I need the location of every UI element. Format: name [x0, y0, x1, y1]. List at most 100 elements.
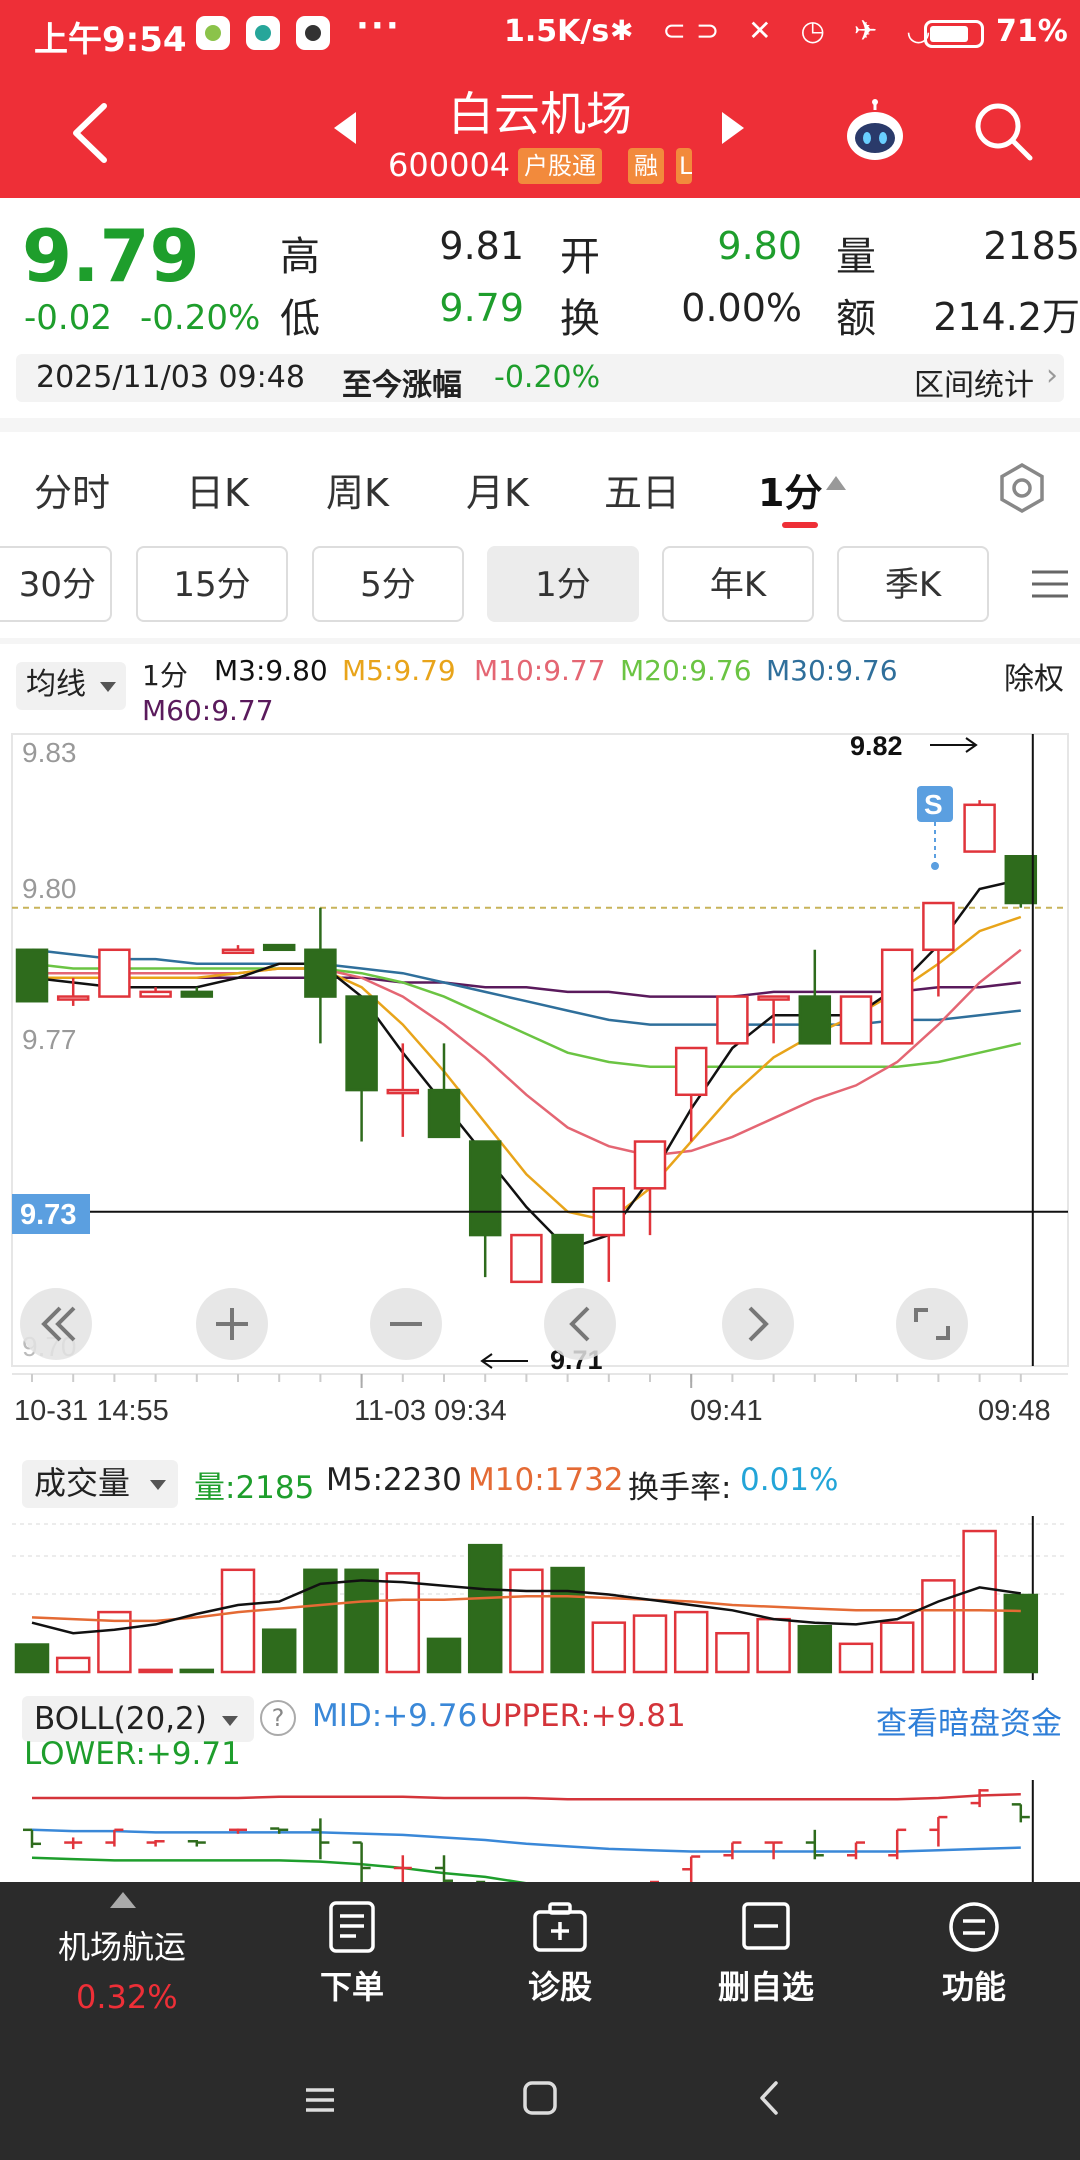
scroll-left-button[interactable] — [544, 1288, 616, 1360]
low-value: 9.79 — [439, 286, 524, 330]
tab-intraday[interactable]: 分时 — [34, 462, 110, 517]
tab-five-day[interactable]: 五日 — [604, 462, 680, 517]
next-stock-icon[interactable] — [722, 112, 744, 144]
place-order-button[interactable]: 下单 — [272, 1900, 432, 2008]
y-tick-label: 9.80 — [22, 873, 77, 904]
range-stats-button[interactable]: 区间统计 — [914, 360, 1034, 404]
subtab-5min[interactable]: 5分 — [312, 546, 464, 622]
tab-monthly-k[interactable]: 月K — [466, 462, 529, 517]
help-icon[interactable]: ? — [260, 1700, 296, 1736]
minus-square-icon — [742, 1902, 790, 1950]
since-change-value: -0.20% — [494, 360, 601, 395]
stock-name: 白云机场 — [448, 87, 632, 141]
volume-m10: M10:1732 — [468, 1462, 624, 1498]
volume-value: 2185 — [983, 224, 1080, 268]
tab-weekly-k[interactable]: 周K — [326, 462, 389, 517]
dark-pool-funds-link[interactable]: 查看暗盘资金 — [876, 1698, 1062, 1743]
volume-bar — [385, 1572, 421, 1674]
subtab-yearly-k[interactable]: 年K — [662, 546, 814, 622]
amount-value: 214.2万 — [933, 295, 1080, 339]
volume-bar — [715, 1631, 750, 1674]
subtab-15min[interactable]: 15分 — [136, 546, 288, 622]
x-tick-label: 10-31 14:55 — [14, 1395, 169, 1427]
volume-m5: M5:2230 — [326, 1462, 462, 1498]
turnover-label: 换 — [560, 296, 600, 342]
status-bar: 上午9:54 ··· 1.5K/s ✱ ⊂⊃ ✕ ◷ ✈ ◡ 71% — [0, 0, 1080, 66]
caret-up-icon[interactable] — [110, 1892, 136, 1908]
max-price-label: 9.82 — [850, 731, 903, 761]
boll-lower-line — [31, 1856, 527, 1882]
tab-1min[interactable]: 1分 — [758, 462, 822, 517]
volume-bar — [797, 1624, 833, 1674]
menu-lines-icon[interactable] — [1030, 564, 1070, 604]
candle-body — [304, 948, 337, 998]
candle-body — [510, 1233, 543, 1284]
candle-body — [633, 1140, 667, 1190]
stock-header: 上午9:54 ··· 1.5K/s ✱ ⊂⊃ ✕ ◷ ✈ ◡ 71% 白云机场 … — [0, 0, 1080, 198]
caret-up-icon[interactable] — [826, 476, 846, 490]
diagnose-stock-label: 诊股 — [527, 1968, 592, 2006]
bottom-toolbar: 机场航运 0.32% 下单 诊股 删自选 功能 — [0, 1882, 1080, 2050]
high-label: 高 — [280, 234, 320, 280]
recent-apps-icon[interactable] — [300, 2080, 340, 2120]
volume-bar — [14, 1643, 50, 1674]
search-icon[interactable] — [970, 98, 1036, 164]
zoom-out-button[interactable] — [370, 1288, 442, 1360]
functions-button[interactable]: 功能 — [894, 1900, 1054, 2008]
sector-change: 0.32% — [76, 1978, 178, 2016]
volume-chart[interactable] — [0, 1516, 1080, 1680]
settings-icon[interactable] — [996, 462, 1048, 514]
dropdown-caret-icon[interactable] — [100, 682, 116, 692]
dropdown-caret-icon[interactable] — [222, 1716, 238, 1726]
candle-body — [716, 995, 749, 1045]
battery-percent: 71% — [996, 14, 1068, 49]
boll-lower-value: LOWER:+9.71 — [24, 1736, 241, 1772]
sell-signal-dot — [931, 862, 939, 870]
ma5-value: M5:9.79 — [342, 654, 456, 687]
candle-body — [1004, 854, 1038, 905]
volume-bar — [138, 1668, 173, 1674]
remove-from-watchlist-label: 删自选 — [717, 1968, 814, 2006]
volume-bar — [879, 1621, 915, 1674]
dropdown-caret-icon[interactable] — [150, 1480, 166, 1490]
more-notifications-icon: ··· — [356, 6, 401, 46]
crosshair-price: 9.73 — [20, 1199, 76, 1231]
notification-app-icon — [196, 16, 230, 50]
scroll-right-button[interactable] — [722, 1288, 794, 1360]
functions-label: 功能 — [941, 1968, 1006, 2006]
price-change-percent: -0.20% — [140, 298, 261, 338]
boll-chart[interactable] — [0, 1780, 1080, 1882]
diagnose-stock-button[interactable]: 诊股 — [480, 1900, 640, 2008]
boll-mid-line — [31, 1828, 1021, 1853]
volume-bar — [756, 1617, 791, 1674]
volume-label: 量 — [836, 234, 876, 280]
volume-bar — [426, 1637, 462, 1674]
zoom-in-button[interactable] — [196, 1288, 268, 1360]
amount-label: 额 — [836, 296, 876, 342]
scroll-left-fast-button[interactable] — [20, 1288, 92, 1360]
kline-chart[interactable]: 9.83 9.80 9.77 9.70 9.73 9.82 9.71 S — [0, 726, 1080, 1432]
ma-period-label: 1分 — [142, 659, 188, 692]
ex-rights-toggle[interactable]: 除权 — [1004, 654, 1064, 698]
high-value: 9.81 — [439, 224, 524, 268]
sector-name[interactable]: 机场航运 — [58, 1922, 186, 1968]
subtab-1min[interactable]: 1分 — [487, 546, 639, 622]
tab-daily-k[interactable]: 日K — [186, 462, 249, 517]
volume-bar — [591, 1621, 627, 1674]
volume-bar — [550, 1566, 585, 1674]
boll-mid-value: MID:+9.76 — [312, 1698, 478, 1734]
volume-bar — [220, 1568, 256, 1674]
candle-body — [427, 1088, 461, 1139]
candle-body — [180, 990, 214, 998]
candle-body — [922, 901, 955, 952]
ai-assistant-robot-icon[interactable] — [842, 98, 908, 164]
back-icon[interactable] — [750, 2078, 790, 2118]
subtab-quarterly-k[interactable]: 季K — [837, 546, 989, 622]
subtab-30min[interactable]: 30分 — [0, 546, 112, 622]
home-icon[interactable] — [520, 2078, 560, 2118]
fullscreen-button[interactable] — [896, 1288, 968, 1360]
ma20-value: M20:9.76 — [620, 654, 752, 687]
remove-from-watchlist-button[interactable]: 删自选 — [686, 1900, 846, 2008]
candle-body — [551, 1233, 584, 1284]
volume-bar — [632, 1614, 668, 1674]
